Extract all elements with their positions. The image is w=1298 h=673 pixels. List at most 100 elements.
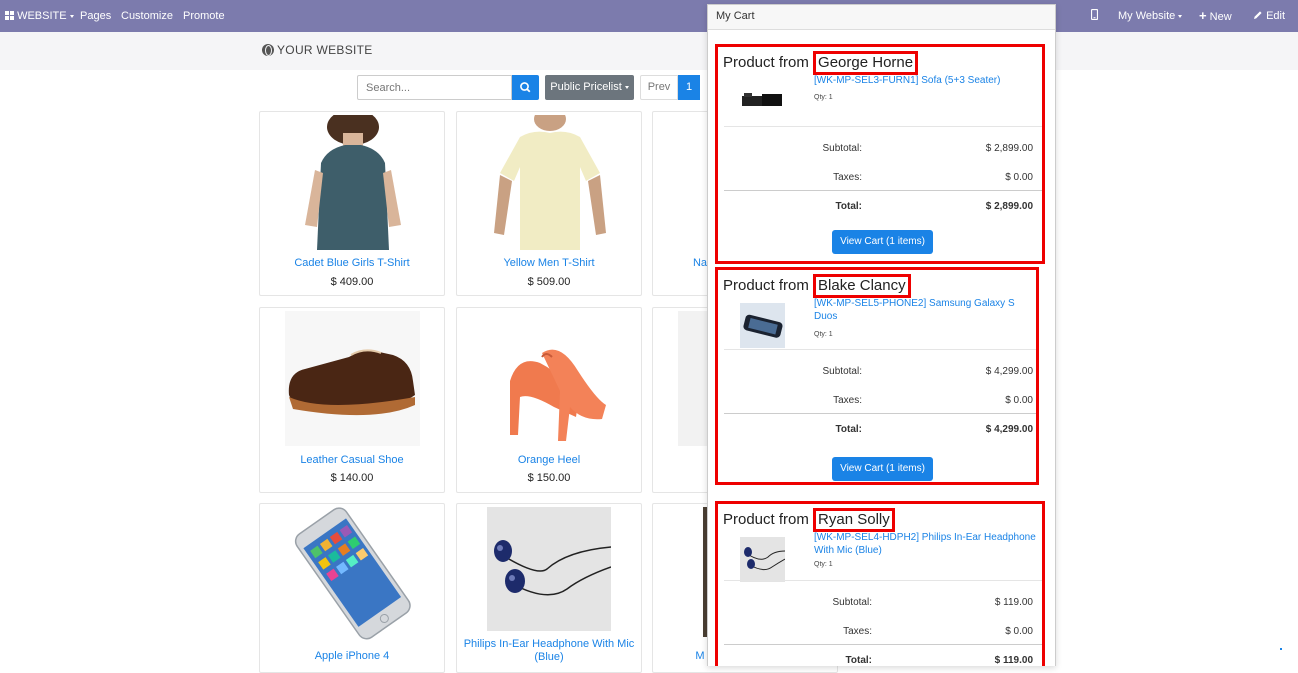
site-logo-text: YOUR WEBSITE bbox=[277, 43, 373, 57]
pencil-icon bbox=[1254, 11, 1262, 19]
subtotal-value: $ 4,299.00 bbox=[985, 366, 1033, 377]
decorative-dot bbox=[1280, 648, 1282, 650]
total-label: Total: bbox=[835, 201, 862, 212]
product-name[interactable]: Orange Heel bbox=[457, 454, 641, 467]
cart-product-image[interactable] bbox=[740, 303, 785, 348]
product-image[interactable] bbox=[482, 115, 617, 250]
globe-icon bbox=[262, 44, 274, 56]
new-button[interactable]: + New bbox=[1199, 0, 1232, 32]
product-name[interactable]: Apple iPhone 4 bbox=[260, 650, 444, 663]
product-price: $ 509.00 bbox=[527, 276, 571, 288]
seller-heading-prefix: Product from bbox=[723, 511, 809, 528]
product-card[interactable]: Cadet Blue Girls T-Shirt $ 409.00 bbox=[259, 111, 445, 296]
seller-cart-group: Product from Ryan Solly [WK-MP-SEL4-HDPH… bbox=[715, 501, 1045, 666]
apps-grid-icon bbox=[5, 11, 14, 20]
seller-cart-group: Product from Blake Clancy [WK-MP-SEL5-PH… bbox=[715, 267, 1039, 485]
search-icon bbox=[520, 82, 531, 93]
product-image[interactable] bbox=[482, 311, 617, 446]
seller-heading: Product from Blake Clancy bbox=[723, 274, 911, 298]
product-name[interactable]: Cadet Blue Girls T-Shirt bbox=[260, 257, 444, 270]
total-label: Total: bbox=[835, 424, 862, 435]
cart-product-qty: Qty: 1 bbox=[814, 561, 833, 568]
product-price: $ 140.00 bbox=[330, 472, 374, 484]
promote-menu[interactable]: Promote bbox=[183, 0, 225, 32]
cart-product-link[interactable]: [WK-MP-SEL5-PHONE2] Samsung Galaxy S Duo… bbox=[814, 297, 1032, 323]
plus-icon: + bbox=[1199, 8, 1207, 23]
subtotal-label: Subtotal: bbox=[822, 366, 862, 377]
taxes-label: Taxes: bbox=[833, 172, 862, 183]
taxes-label: Taxes: bbox=[833, 395, 862, 406]
cart-product-image[interactable] bbox=[740, 537, 786, 582]
total-label: Total: bbox=[845, 655, 872, 666]
taxes-value: $ 0.00 bbox=[1005, 172, 1033, 183]
product-card[interactable]: Philips In-Ear Headphone With Mic (Blue) bbox=[456, 503, 642, 673]
pager-prev[interactable]: Prev bbox=[640, 75, 678, 100]
divider bbox=[724, 644, 1042, 645]
new-label: New bbox=[1209, 11, 1232, 23]
subtotal-label: Subtotal: bbox=[832, 597, 872, 608]
taxes-value: $ 0.00 bbox=[1005, 626, 1033, 637]
product-image[interactable] bbox=[285, 311, 420, 446]
view-cart-button[interactable]: View Cart (1 items) bbox=[832, 230, 933, 254]
total-value: $ 4,299.00 bbox=[985, 424, 1033, 435]
product-name[interactable]: Leather Casual Shoe bbox=[260, 454, 444, 467]
cart-product-link[interactable]: [WK-MP-SEL4-HDPH2] Philips In-Ear Headph… bbox=[814, 531, 1038, 557]
product-card[interactable]: Orange Heel $ 150.00 bbox=[456, 307, 642, 493]
subtotal-value: $ 119.00 bbox=[994, 597, 1033, 608]
product-card[interactable]: Apple iPhone 4 bbox=[259, 503, 445, 673]
my-website-label: My Website bbox=[1118, 10, 1176, 22]
pager-page-1[interactable]: 1 bbox=[678, 75, 700, 100]
cart-product-qty: Qty: 1 bbox=[814, 94, 833, 101]
cart-product-link[interactable]: [WK-MP-SEL3-FURN1] Sofa (5+3 Seater) bbox=[814, 74, 1038, 87]
product-image[interactable] bbox=[285, 115, 420, 250]
product-card[interactable]: Leather Casual Shoe $ 140.00 bbox=[259, 307, 445, 493]
total-value: $ 2,899.00 bbox=[985, 201, 1033, 212]
edit-label: Edit bbox=[1266, 10, 1286, 22]
pages-menu[interactable]: Pages bbox=[80, 0, 111, 32]
seller-name: Blake Clancy bbox=[813, 274, 911, 298]
pricelist-label: Public Pricelist bbox=[550, 81, 622, 93]
mobile-icon bbox=[1090, 8, 1099, 21]
product-search-input[interactable] bbox=[357, 75, 512, 100]
site-logo[interactable]: YOUR WEBSITE bbox=[262, 43, 373, 57]
search-button[interactable] bbox=[512, 75, 539, 100]
product-image[interactable] bbox=[285, 507, 420, 642]
taxes-value: $ 0.00 bbox=[1005, 395, 1033, 406]
divider bbox=[724, 190, 1042, 191]
seller-heading-prefix: Product from bbox=[723, 54, 809, 71]
website-menu[interactable]: WEBSITE bbox=[5, 0, 74, 32]
divider bbox=[724, 349, 1036, 350]
subtotal-label: Subtotal: bbox=[822, 143, 862, 154]
my-cart-panel: My Cart Product from George Horne [WK-MP… bbox=[707, 4, 1056, 666]
cart-product-image[interactable] bbox=[740, 80, 785, 125]
seller-cart-group: Product from George Horne [WK-MP-SEL3-FU… bbox=[715, 44, 1045, 264]
seller-name: Ryan Solly bbox=[813, 508, 895, 532]
mobile-preview-button[interactable] bbox=[1090, 0, 1099, 32]
caret-down-icon bbox=[69, 14, 74, 18]
website-menu-label: WEBSITE bbox=[17, 10, 67, 22]
website-header bbox=[0, 32, 1298, 70]
seller-heading: Product from George Horne bbox=[723, 51, 919, 75]
total-value: $ 119.00 bbox=[994, 655, 1033, 666]
my-cart-title: My Cart bbox=[708, 5, 1055, 30]
my-website-menu[interactable]: My Website bbox=[1118, 0, 1183, 32]
seller-heading-prefix: Product from bbox=[723, 277, 809, 294]
product-image[interactable] bbox=[487, 507, 611, 631]
subtotal-value: $ 2,899.00 bbox=[985, 143, 1033, 154]
product-price: $ 150.00 bbox=[527, 472, 571, 484]
divider bbox=[724, 580, 1042, 581]
seller-name: George Horne bbox=[813, 51, 919, 75]
edit-button[interactable]: Edit bbox=[1253, 0, 1285, 32]
cart-product-qty: Qty: 1 bbox=[814, 331, 833, 338]
taxes-label: Taxes: bbox=[843, 626, 872, 637]
divider bbox=[724, 126, 1042, 127]
product-price: $ 409.00 bbox=[330, 276, 374, 288]
seller-heading: Product from Ryan Solly bbox=[723, 508, 895, 532]
caret-down-icon bbox=[624, 85, 629, 89]
caret-down-icon bbox=[1178, 14, 1183, 18]
customize-menu[interactable]: Customize bbox=[121, 0, 173, 32]
pricelist-dropdown[interactable]: Public Pricelist bbox=[545, 75, 634, 100]
top-navbar: WEBSITE Pages Customize Promote My Websi… bbox=[0, 0, 1298, 32]
view-cart-button[interactable]: View Cart (1 items) bbox=[832, 457, 933, 481]
divider bbox=[724, 413, 1036, 414]
